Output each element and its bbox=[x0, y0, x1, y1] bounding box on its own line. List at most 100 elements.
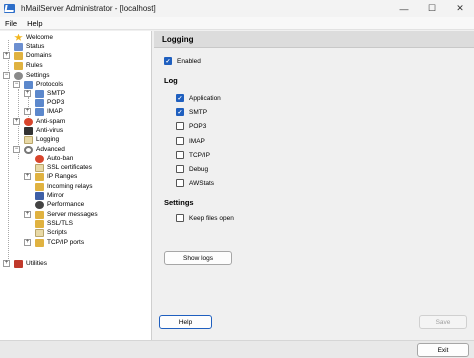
log-option-smtp[interactable]: ✓ SMTP bbox=[176, 108, 207, 116]
magnifier-icon bbox=[24, 145, 33, 154]
tree-item-label: Logging bbox=[36, 136, 60, 143]
tree-item-utilities[interactable]: + Utilities bbox=[3, 259, 47, 268]
tree-item-label: Performance bbox=[47, 201, 85, 208]
tcpip-checkbox[interactable] bbox=[176, 151, 184, 159]
messages-icon bbox=[35, 210, 44, 219]
star-icon bbox=[14, 33, 23, 41]
logging-panel: Logging ✓ Enabled Log ✓ Application ✓ SM… bbox=[154, 31, 474, 340]
app-logo-icon bbox=[4, 4, 15, 13]
expand-icon[interactable]: + bbox=[24, 173, 31, 180]
log-option-tcpip[interactable]: TCP/IP bbox=[176, 151, 210, 159]
tree-item-incoming-relays[interactable]: Incoming relays bbox=[35, 182, 93, 191]
expand-icon[interactable]: + bbox=[3, 52, 10, 59]
minimize-button[interactable]: — bbox=[390, 0, 418, 17]
tree-item-rules[interactable]: Rules bbox=[14, 61, 43, 70]
option-label: TCP/IP bbox=[189, 151, 210, 159]
keep-files-open-row[interactable]: Keep files open bbox=[176, 214, 234, 222]
certificate-icon bbox=[35, 163, 44, 172]
awstats-checkbox[interactable] bbox=[176, 179, 184, 187]
gear-icon bbox=[14, 71, 23, 80]
tree-item-protocols[interactable]: − Protocols bbox=[13, 80, 63, 89]
tree-item-label: Anti-spam bbox=[36, 118, 66, 125]
expand-icon[interactable]: + bbox=[3, 260, 10, 267]
tree-item-ssl-tls[interactable]: SSL/TLS bbox=[35, 219, 73, 228]
tree-item-label: Settings bbox=[26, 72, 50, 79]
tree-item-logging[interactable]: Logging bbox=[24, 135, 59, 144]
performance-icon bbox=[35, 200, 44, 209]
tree-item-label: POP3 bbox=[47, 99, 65, 106]
smtp-checkbox[interactable]: ✓ bbox=[176, 108, 184, 116]
keep-files-open-label: Keep files open bbox=[189, 214, 234, 222]
debug-checkbox[interactable] bbox=[176, 165, 184, 173]
log-option-debug[interactable]: Debug bbox=[176, 165, 208, 173]
tree-item-performance[interactable]: Performance bbox=[35, 200, 84, 209]
tree-item-welcome[interactable]: Welcome bbox=[14, 33, 53, 42]
expand-icon[interactable]: + bbox=[24, 108, 31, 115]
ports-icon bbox=[35, 238, 44, 247]
menu-bar: File Help bbox=[0, 17, 474, 30]
tree-item-ssl-certificates[interactable]: SSL certificates bbox=[35, 163, 92, 172]
tree-item-label: SSL certificates bbox=[47, 164, 92, 171]
status-icon bbox=[14, 42, 23, 51]
scripts-icon bbox=[35, 228, 44, 237]
log-option-awstats[interactable]: AWStats bbox=[176, 179, 214, 187]
help-button[interactable]: Help bbox=[159, 315, 212, 329]
collapse-icon[interactable]: − bbox=[13, 146, 20, 153]
protocols-icon bbox=[24, 80, 33, 89]
tree-item-anti-virus[interactable]: Anti-virus bbox=[24, 126, 63, 135]
menu-help[interactable]: Help bbox=[22, 19, 47, 28]
enabled-checkbox-row[interactable]: ✓ Enabled bbox=[164, 57, 201, 65]
tree-item-advanced[interactable]: − Advanced bbox=[13, 145, 65, 154]
tree-item-label: Advanced bbox=[36, 146, 65, 153]
imap-checkbox[interactable] bbox=[176, 137, 184, 145]
tree-item-status[interactable]: Status bbox=[14, 42, 44, 51]
expand-icon[interactable]: + bbox=[24, 211, 31, 218]
tree-item-server-messages[interactable]: + Server messages bbox=[24, 210, 98, 219]
pop3-icon bbox=[35, 98, 44, 107]
tree-item-tcp-ip-ports[interactable]: + TCP/IP ports bbox=[24, 238, 84, 247]
show-logs-button[interactable]: Show logs bbox=[164, 251, 232, 265]
expand-icon[interactable]: + bbox=[13, 118, 20, 125]
collapse-icon[interactable]: − bbox=[13, 81, 20, 88]
tree-item-auto-ban[interactable]: Auto-ban bbox=[35, 154, 73, 163]
settings-section-title: Settings bbox=[164, 198, 194, 207]
collapse-icon[interactable]: − bbox=[3, 72, 10, 79]
tree-item-settings[interactable]: − Settings bbox=[3, 71, 50, 80]
tree-item-ip-ranges[interactable]: + IP Ranges bbox=[24, 172, 77, 181]
application-checkbox[interactable]: ✓ bbox=[176, 94, 184, 102]
tree-item-mirror[interactable]: Mirror bbox=[35, 191, 64, 200]
imap-icon bbox=[35, 107, 44, 116]
log-option-application[interactable]: ✓ Application bbox=[176, 94, 221, 102]
tree-item-imap[interactable]: + IMAP bbox=[24, 107, 63, 116]
tree-item-label: Status bbox=[26, 43, 45, 50]
keep-files-open-checkbox[interactable] bbox=[176, 214, 184, 222]
option-label: Application bbox=[189, 94, 221, 102]
log-option-imap[interactable]: IMAP bbox=[176, 137, 205, 145]
log-option-pop3[interactable]: POP3 bbox=[176, 122, 206, 130]
expand-icon[interactable]: + bbox=[24, 90, 31, 97]
ssl-tls-icon bbox=[35, 219, 44, 228]
window-controls: — ☐ ✕ bbox=[390, 0, 474, 17]
tree-item-label: Mirror bbox=[47, 192, 64, 199]
auto-ban-icon bbox=[35, 154, 44, 163]
enabled-checkbox[interactable]: ✓ bbox=[164, 57, 172, 65]
option-label: AWStats bbox=[189, 179, 215, 187]
tree-item-pop3[interactable]: POP3 bbox=[35, 98, 64, 107]
close-button[interactable]: ✕ bbox=[446, 0, 474, 17]
tree-item-anti-spam[interactable]: + Anti-spam bbox=[13, 117, 66, 126]
window-title: hMailServer Administrator - [localhost] bbox=[21, 4, 156, 13]
expand-icon[interactable]: + bbox=[24, 239, 31, 246]
tree-item-label: Utilities bbox=[26, 260, 47, 267]
menu-file[interactable]: File bbox=[0, 19, 22, 28]
exit-button[interactable]: Exit bbox=[417, 343, 469, 357]
tree-item-smtp[interactable]: + SMTP bbox=[24, 89, 65, 98]
tree-item-label: Server messages bbox=[47, 211, 98, 218]
enabled-label: Enabled bbox=[177, 57, 201, 65]
option-label: Debug bbox=[189, 165, 209, 173]
tree-item-domains[interactable]: + Domains bbox=[3, 51, 52, 60]
bottom-bar: Exit bbox=[0, 340, 474, 358]
maximize-button[interactable]: ☐ bbox=[418, 0, 446, 17]
save-button[interactable]: Save bbox=[419, 315, 467, 329]
pop3-checkbox[interactable] bbox=[176, 122, 184, 130]
tree-item-scripts[interactable]: Scripts bbox=[35, 228, 67, 237]
